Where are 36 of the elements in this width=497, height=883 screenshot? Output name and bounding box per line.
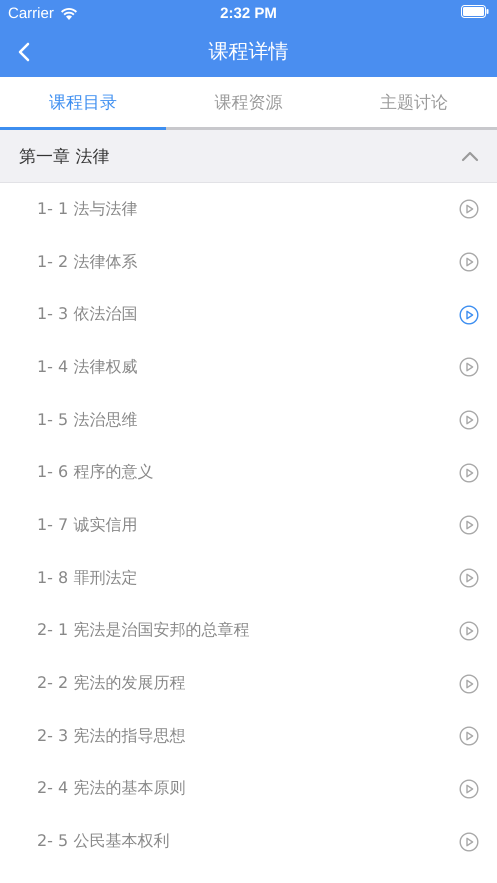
- lesson-title: 1- 4 法律权威: [37, 356, 138, 378]
- lesson-item[interactable]: 1- 1 法与法律: [0, 183, 497, 236]
- carrier-label: Carrier: [8, 4, 54, 22]
- lesson-item[interactable]: 2- 2 宪法的发展历程: [0, 657, 497, 710]
- lesson-item[interactable]: 1- 3 依法治国: [0, 288, 497, 342]
- lesson-title: 1- 3 依法治国: [37, 304, 138, 326]
- lesson-item[interactable]: 1- 7 诚实信用: [0, 499, 497, 552]
- lesson-item[interactable]: 1- 5 法治思维: [0, 394, 497, 446]
- lesson-item[interactable]: 1- 4 法律权威: [0, 341, 497, 394]
- lesson-item[interactable]: 1- 8 罪刑法定: [0, 552, 497, 604]
- caret-icon: [461, 150, 479, 162]
- chapter-header[interactable]: 第一章 法律: [0, 130, 497, 183]
- lesson-item[interactable]: 2- 3 宪法的指导思想: [0, 710, 497, 763]
- status-time: 2:32 PM: [220, 4, 277, 22]
- lesson-title: 2- 1 宪法是治国安邦的总章程: [37, 620, 250, 642]
- lesson-title: 1- 6 程序的意义: [37, 462, 154, 484]
- lesson-title: 2- 4 宪法的基本原则: [37, 778, 186, 800]
- lesson-title: 2- 5 公民基本权利: [37, 831, 170, 852]
- lesson-title: 1- 8 罪刑法定: [37, 568, 138, 589]
- chapter-title: 第一章 法律: [19, 146, 110, 168]
- lesson-item[interactable]: 1- 6 程序的意义: [0, 446, 497, 500]
- lesson-item[interactable]: 1- 2 法律体系: [0, 236, 497, 288]
- lesson-title: 1- 5 法治思维: [37, 410, 138, 431]
- tab[interactable]: 主题讨论: [331, 77, 497, 130]
- page-title: 课程详情: [208, 38, 288, 65]
- lesson-title: 1- 1 法与法律: [37, 198, 138, 220]
- lesson-title: 2- 2 宪法的发展历程: [37, 673, 186, 694]
- lesson-item[interactable]: 2- 4 宪法的基本原则: [0, 762, 497, 816]
- lesson-item[interactable]: 2- 1 宪法是治国安邦的总章程: [0, 604, 497, 658]
- wifi-icon: [60, 6, 78, 20]
- tab[interactable]: 课程资源: [166, 77, 332, 130]
- lesson-title: 1- 7 诚实信用: [37, 514, 138, 536]
- lesson-item[interactable]: 2- 5 公民基本权利: [0, 815, 497, 868]
- lesson-title: 2- 3 宪法的指导思想: [37, 726, 186, 747]
- battery-icon: [461, 5, 489, 18]
- lesson-title: 1- 2 法律体系: [37, 252, 138, 273]
